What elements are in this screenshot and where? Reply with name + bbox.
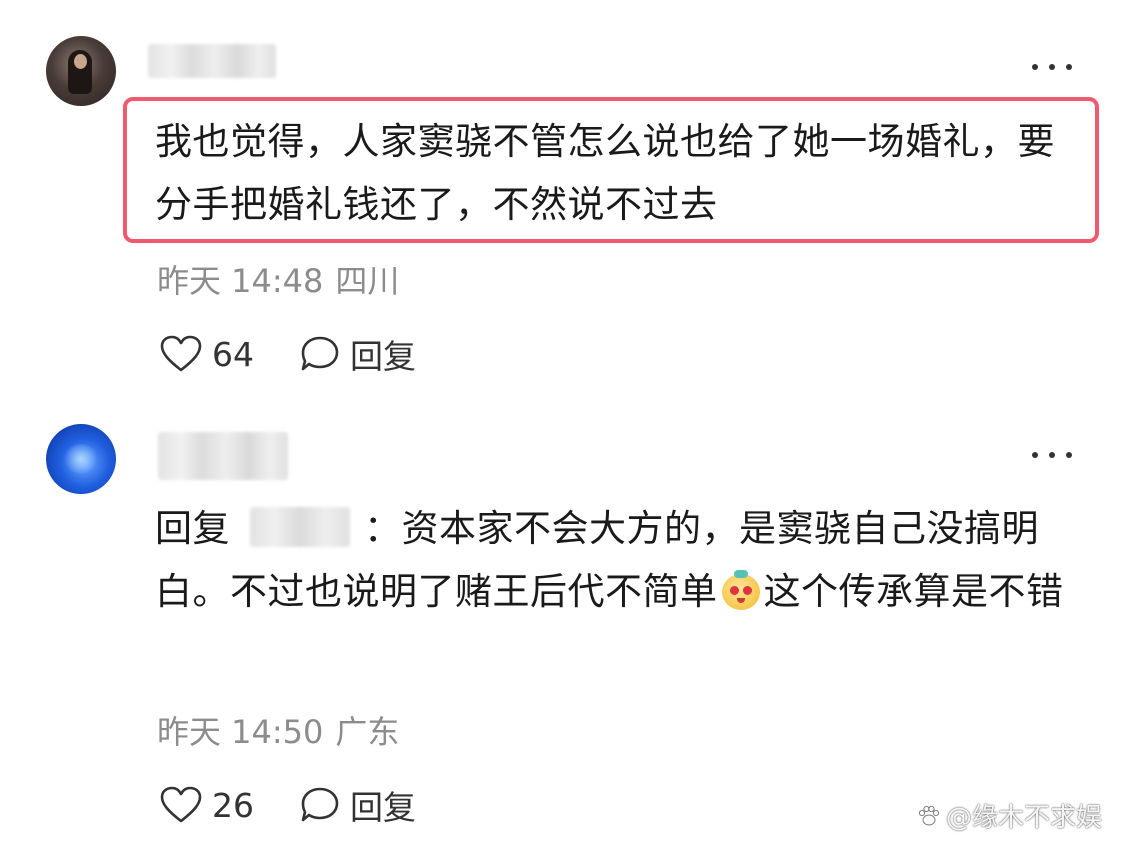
avatar-face bbox=[74, 54, 87, 69]
like-button[interactable]: 64 bbox=[160, 335, 254, 374]
reply-target-blurred[interactable] bbox=[250, 507, 350, 547]
comment-text: 回复 ：资本家不会大方的，是窦骁自己没搞明白。不过也说明了赌王后代不简单 这个传承算… bbox=[155, 497, 1085, 623]
comment-actions: 64 回复 bbox=[160, 330, 416, 378]
reply-label: 回复 bbox=[350, 788, 416, 827]
watermark-text: @缘木不求娱 bbox=[945, 803, 1102, 833]
comment-bubble-icon bbox=[301, 787, 339, 822]
username-blurred[interactable] bbox=[158, 432, 288, 480]
like-count: 64 bbox=[212, 334, 254, 374]
avatar[interactable] bbox=[46, 424, 116, 494]
comment-bubble-icon bbox=[301, 336, 339, 371]
comment-time: 昨天 14:50 bbox=[157, 713, 324, 751]
reply-button[interactable]: 回复 bbox=[300, 330, 416, 378]
like-button[interactable]: 26 bbox=[160, 786, 254, 825]
paw-icon bbox=[918, 805, 940, 825]
comment-time: 昨天 14:48 bbox=[157, 262, 324, 300]
heart-icon bbox=[160, 786, 202, 823]
comment-meta: 昨天 14:50 广东 bbox=[157, 707, 399, 753]
comment-meta: 昨天 14:48 四川 bbox=[157, 256, 399, 302]
smiling-bun-emoji bbox=[720, 570, 762, 612]
avatar[interactable] bbox=[46, 36, 116, 106]
heart-icon bbox=[160, 335, 202, 372]
like-count: 26 bbox=[212, 785, 254, 825]
comment-location: 广东 bbox=[335, 713, 400, 751]
reply-label: 回复 bbox=[350, 337, 416, 376]
watermark: @缘木不求娱 bbox=[916, 797, 1102, 834]
reply-button[interactable]: 回复 bbox=[300, 781, 416, 829]
comment-text-part: 这个传承算是不错 bbox=[763, 570, 1064, 613]
more-icon[interactable] bbox=[1032, 62, 1072, 72]
more-icon[interactable] bbox=[1032, 450, 1072, 460]
reply-prefix: 回复 bbox=[155, 507, 230, 550]
comment-thread: 我也觉得，人家窦骁不管怎么说也给了她一场婚礼，要分手把婚礼钱还了，不然说不过去 … bbox=[0, 0, 1124, 856]
username-blurred[interactable] bbox=[148, 44, 276, 78]
avatar-glow bbox=[64, 444, 98, 474]
comment-location: 四川 bbox=[335, 262, 400, 300]
comment-actions: 26 回复 bbox=[160, 781, 416, 829]
comment-text: 我也觉得，人家窦骁不管怎么说也给了她一场婚礼，要分手把婚礼钱还了，不然说不过去 bbox=[155, 120, 1055, 226]
